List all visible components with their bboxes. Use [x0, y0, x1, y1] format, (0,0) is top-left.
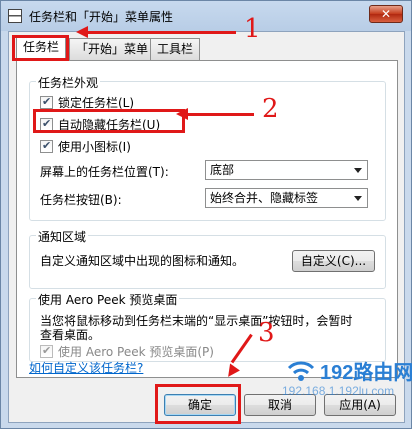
aero-peek-label: 使用 Aero Peek 预览桌面(P)	[58, 344, 214, 359]
tab-toolbars[interactable]: 工具栏	[150, 38, 201, 60]
help-link[interactable]: 如何自定义该任务栏?	[29, 359, 143, 376]
taskbar-buttons-select-value: 始终合并、隐藏标签	[210, 191, 319, 205]
notification-group-title: 通知区域	[36, 228, 89, 245]
step3-number: 3	[258, 318, 275, 348]
taskbar-icon	[8, 9, 22, 23]
watermark-subtext: 192.168.1.192lu.com	[282, 384, 395, 398]
taskbar-buttons-select[interactable]: 始终合并、隐藏标签	[205, 188, 368, 208]
appearance-group: 任务栏外观 锁定任务栏(L) 自动隐藏任务栏(U) 使用小图标(I) 屏幕上的任…	[29, 74, 386, 221]
taskbar-buttons-label: 任务栏按钮(B):	[40, 193, 122, 207]
location-select[interactable]: 底部	[205, 160, 368, 180]
aero-peek-group-title: 使用 Aero Peek 预览桌面	[36, 291, 180, 308]
small-icons-row[interactable]: 使用小图标(I)	[40, 138, 131, 154]
title-bar[interactable]: 任务栏和「开始」菜单属性 ✕	[1, 1, 411, 31]
lock-taskbar-row[interactable]: 锁定任务栏(L)	[40, 94, 134, 110]
aero-peek-checkbox[interactable]	[40, 344, 53, 358]
aero-peek-group: 使用 Aero Peek 预览桌面 当您将鼠标移动到任务栏末端的“显示桌面”按钮…	[29, 291, 386, 362]
tab-start-menu[interactable]: 「开始」菜单	[69, 38, 156, 60]
notification-group: 通知区域 自定义通知区域中出现的图标和通知。 自定义(C)...	[29, 228, 386, 289]
chevron-down-icon	[354, 168, 362, 173]
customize-button[interactable]: 自定义(C)...	[292, 250, 375, 272]
appearance-group-title: 任务栏外观	[36, 74, 101, 91]
window-title: 任务栏和「开始」菜单属性	[29, 10, 174, 24]
step2-highlight-box	[33, 109, 185, 133]
step1-number: 1	[244, 14, 261, 44]
tab-panel-taskbar: 任务栏外观 锁定任务栏(L) 自动隐藏任务栏(U) 使用小图标(I) 屏幕上的任…	[16, 60, 398, 378]
aero-peek-row[interactable]: 使用 Aero Peek 预览桌面(P)	[40, 343, 214, 359]
lock-taskbar-label: 锁定任务栏(L)	[58, 95, 135, 110]
watermark: 192路由网 192.168.1.192lu.com	[282, 356, 412, 410]
aero-peek-description-2: 查看桌面。	[40, 328, 101, 342]
step2-number: 2	[262, 94, 279, 124]
location-label: 屏幕上的任务栏位置(T):	[40, 165, 169, 179]
location-select-value: 底部	[210, 163, 235, 177]
step1-arrow-line	[86, 31, 236, 34]
notification-description: 自定义通知区域中出现的图标和通知。	[40, 254, 245, 268]
step3-highlight-box	[155, 384, 241, 424]
step2-arrow-head	[176, 108, 188, 120]
step1-highlight-box	[12, 35, 69, 61]
small-icons-checkbox[interactable]	[40, 139, 53, 153]
small-icons-label: 使用小图标(I)	[58, 139, 131, 154]
watermark-text: 192路由网	[320, 362, 412, 384]
chevron-down-icon	[354, 196, 362, 201]
lock-taskbar-checkbox[interactable]	[40, 95, 53, 109]
wifi-icon	[287, 361, 315, 381]
step1-arrow-head	[76, 26, 88, 38]
step2-arrow-line	[186, 113, 254, 116]
close-button[interactable]: ✕	[369, 5, 403, 23]
